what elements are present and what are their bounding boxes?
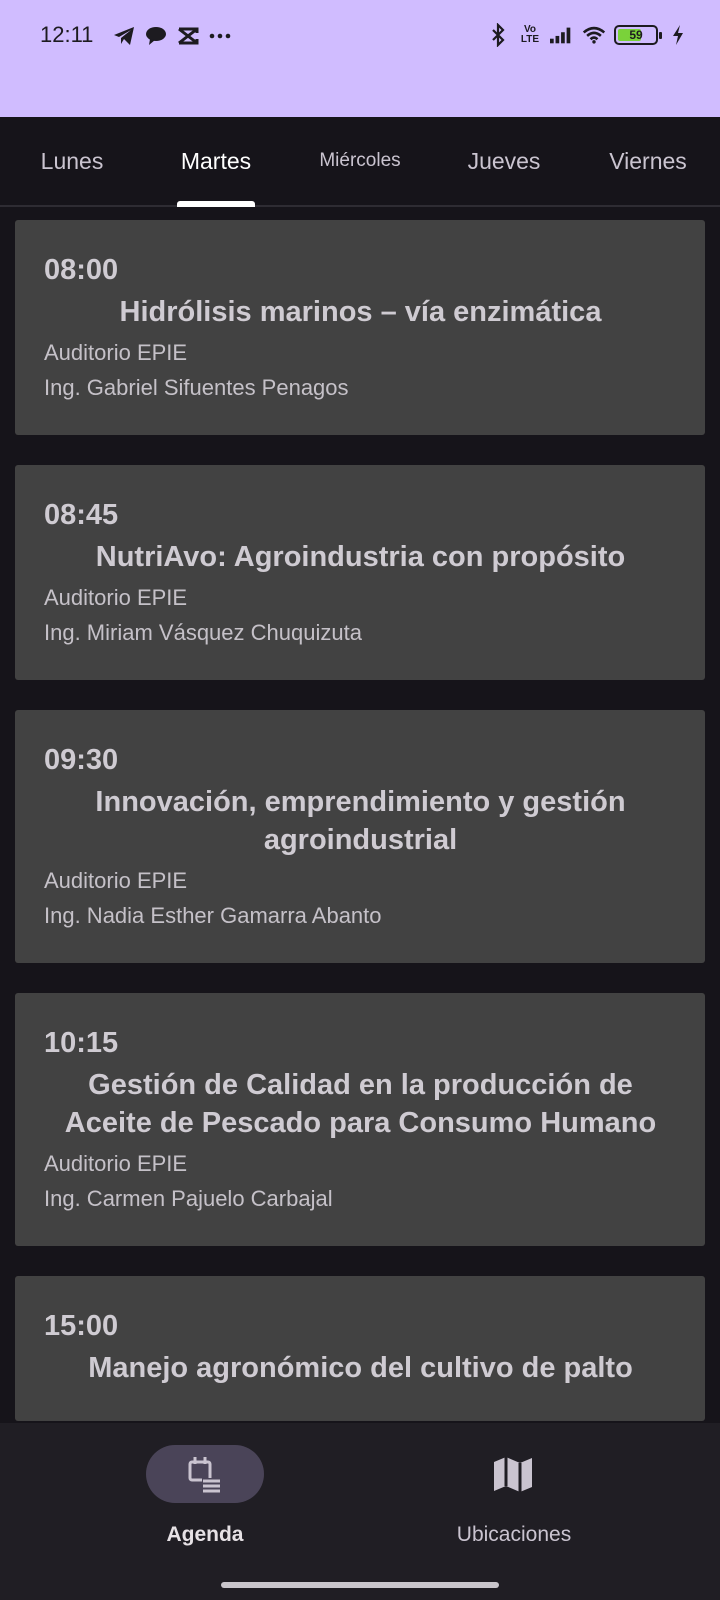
bottom-navigation: Agenda Ubicaciones [0, 1423, 720, 1600]
nav-ubicaciones-label: Ubicaciones [456, 1523, 572, 1546]
session-place: Auditorio EPIE [44, 340, 188, 365]
map-icon [494, 1457, 532, 1492]
nav-ubicaciones[interactable]: Ubicaciones [414, 1445, 614, 1547]
session-speaker: Ing. Miriam Vásquez Chuquizuta [44, 620, 362, 645]
session-title: Gestión de Calidad en la producción de A… [64, 1069, 657, 1139]
session-card[interactable]: 08:00 Hidrólisis marinos – vía enzimátic… [15, 220, 705, 435]
nav-ubicaciones-icon-container [455, 1445, 573, 1503]
session-time: 08:00 [44, 254, 119, 286]
tab-jueves[interactable]: Jueves [432, 117, 576, 205]
session-card[interactable]: 09:30 Innovación, emprendimiento y gesti… [15, 710, 705, 963]
session-time: 10:15 [44, 1027, 119, 1059]
nav-active-indicator [146, 1445, 264, 1503]
capcut-icon [176, 24, 200, 48]
telegram-icon [112, 24, 136, 48]
session-time: 08:45 [44, 499, 119, 531]
session-card[interactable]: 15:00 Manejo agronómico del cultivo de p… [15, 1276, 705, 1421]
status-time: 12:11 [40, 22, 94, 47]
session-card[interactable]: 10:15 Gestión de Calidad en la producció… [15, 993, 705, 1246]
session-place: Auditorio EPIE [44, 1151, 188, 1176]
nav-agenda-label: Agenda [166, 1523, 244, 1546]
session-title: Hidrólisis marinos – vía enzimática [119, 296, 602, 328]
battery-level: 59 [629, 28, 643, 42]
session-place: Auditorio EPIE [44, 585, 188, 610]
volte-icon: Vo LTE [520, 24, 540, 45]
chat-bubble-icon [144, 24, 168, 48]
session-place: Auditorio EPIE [44, 868, 188, 893]
session-list[interactable]: 08:00 Hidrólisis marinos – vía enzimátic… [15, 220, 705, 1423]
tab-viernes[interactable]: Viernes [576, 117, 720, 205]
session-time: 09:30 [44, 744, 119, 776]
session-speaker: Ing. Nadia Esther Gamarra Abanto [44, 903, 382, 928]
wifi-icon [582, 23, 606, 47]
nav-agenda[interactable]: Agenda [105, 1445, 305, 1547]
session-speaker: Ing. Gabriel Sifuentes Penagos [44, 375, 349, 400]
session-title: NutriAvo: Agroindustria con propósito [95, 541, 626, 573]
tab-miercoles[interactable]: Miércoles [288, 117, 432, 205]
battery-icon: 59 [614, 25, 662, 45]
session-title: Innovación, emprendimiento y gestión agr… [95, 786, 626, 856]
status-bar: 12:11 Vo LTE 59 [0, 0, 720, 117]
charging-icon [666, 23, 690, 47]
session-speaker: Ing. Carmen Pajuelo Carbajal [44, 1186, 333, 1211]
bluetooth-icon [486, 23, 510, 47]
tab-lunes[interactable]: Lunes [0, 117, 144, 205]
calendar-list-icon [188, 1457, 220, 1493]
tab-martes[interactable]: Martes [144, 117, 288, 205]
signal-icon [550, 23, 574, 47]
session-card[interactable]: 08:45 NutriAvo: Agroindustria con propós… [15, 465, 705, 680]
session-title: Manejo agronómico del cultivo de palto [88, 1352, 633, 1384]
gesture-home-bar[interactable] [221, 1582, 499, 1588]
session-time: 15:00 [44, 1310, 119, 1342]
more-icon [208, 24, 232, 48]
day-tabs: Lunes Martes Miércoles Jueves Viernes [0, 117, 720, 207]
